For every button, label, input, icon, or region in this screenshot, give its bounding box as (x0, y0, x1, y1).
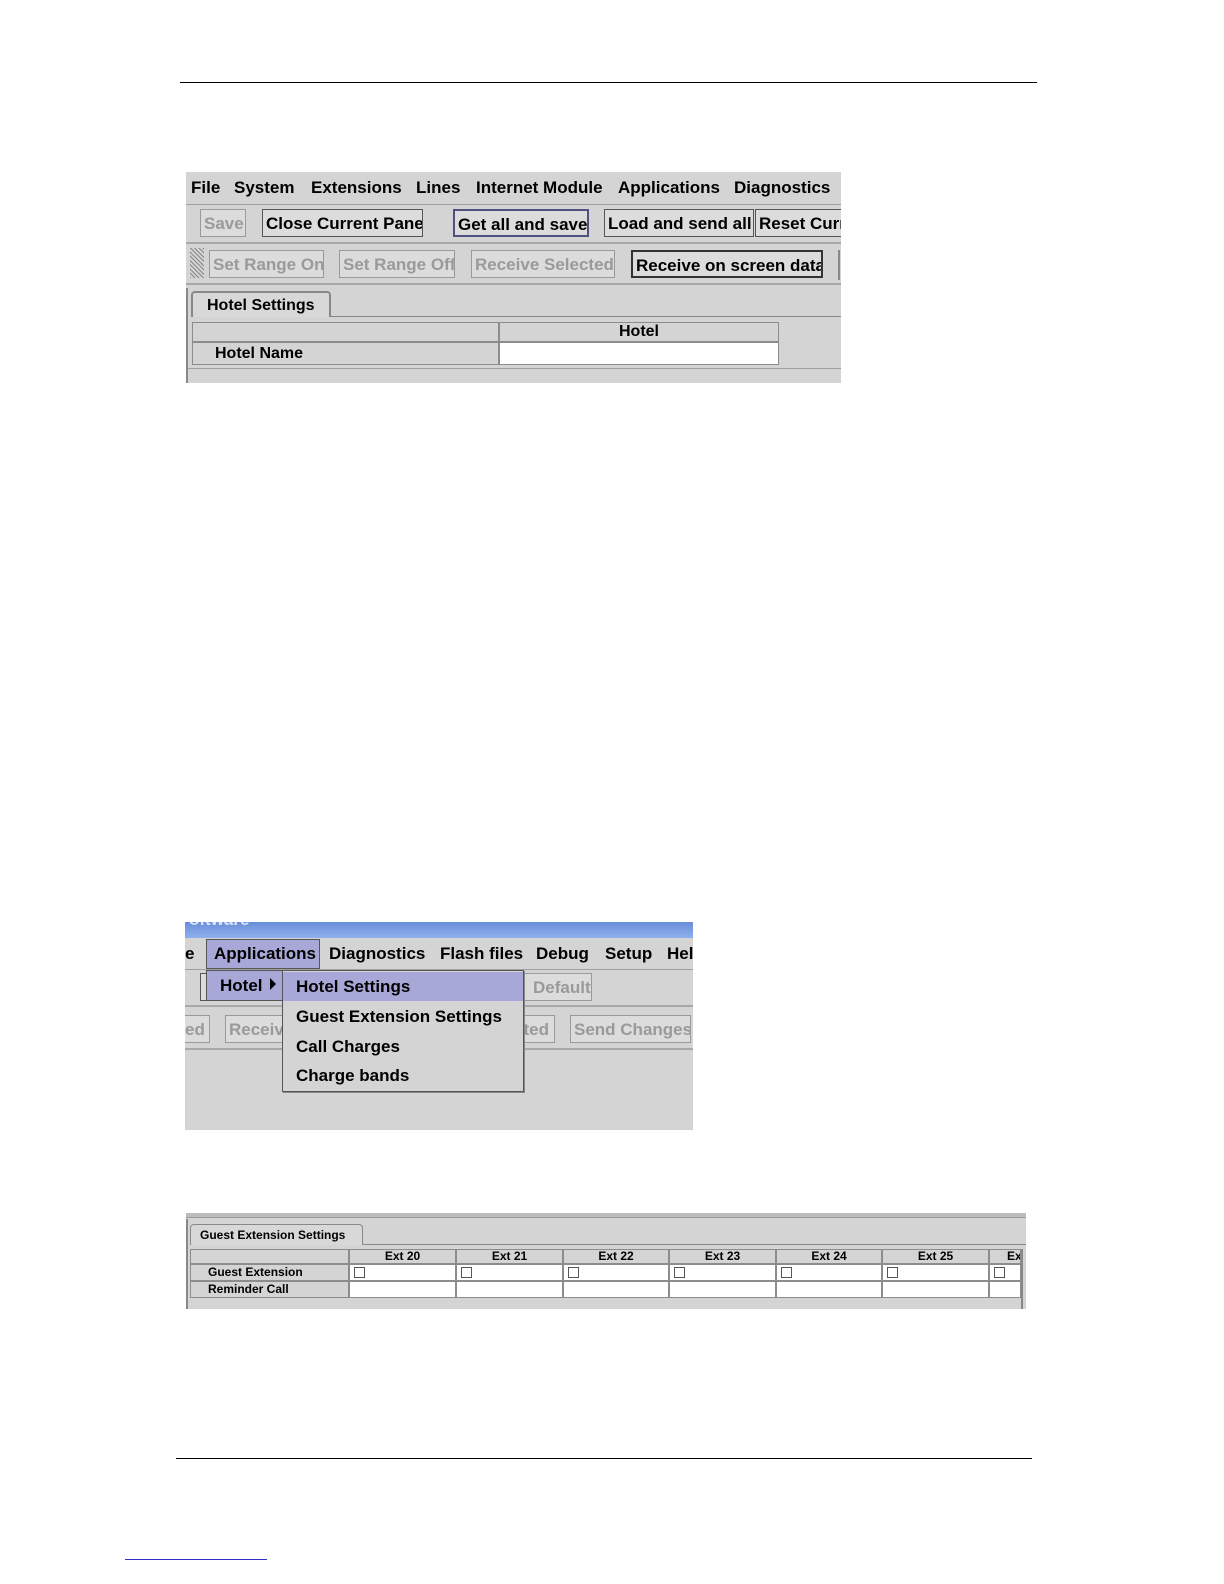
pane-left-edge (186, 1219, 188, 1309)
reminder-call-field[interactable] (456, 1281, 563, 1298)
menu-hotel-item[interactable]: Hotel (206, 970, 285, 1001)
guest-extension-checkbox[interactable] (461, 1267, 472, 1278)
guest-extension-cell-25 (882, 1264, 989, 1281)
table-right-edge (1021, 1249, 1023, 1309)
row-header-reminder-call: Reminder Call (190, 1281, 349, 1298)
guest-extension-checkbox[interactable] (781, 1267, 792, 1278)
reminder-call-field[interactable] (989, 1281, 1021, 1298)
header-rule (180, 82, 1037, 83)
guest-extension-cell-24 (776, 1264, 882, 1281)
hotel-submenu: Hotel Settings Guest Extension Settings … (282, 970, 524, 1092)
menu-debug[interactable]: Debug (536, 938, 589, 970)
receive-selected-button[interactable]: Receive Selected (471, 250, 615, 278)
reminder-call-field[interactable] (776, 1281, 882, 1298)
footer-link-underline (125, 1559, 267, 1560)
screenshot-hotel-settings: File System Extensions Lines Internet Mo… (186, 172, 841, 383)
reset-current-button[interactable]: Reset Curr (755, 209, 841, 237)
load-and-send-all-button[interactable]: Load and send all! (604, 209, 754, 237)
screenshot-guest-extension-settings: Guest Extension Settings Ext 20 Ext 21 E… (186, 1213, 1026, 1309)
tab-content-line (331, 316, 841, 317)
reminder-call-field[interactable] (882, 1281, 989, 1298)
menu-diagnostics[interactable]: Diagnostics (329, 938, 425, 970)
submenu-arrow-icon (270, 978, 276, 990)
column-header-ext-22: Ext 22 (563, 1249, 669, 1264)
guest-extension-cell-23 (669, 1264, 776, 1281)
menu-help-fragment[interactable]: Hel (667, 938, 693, 970)
row-header-hotel-name: Hotel Name (192, 342, 499, 365)
row-header-guest-extension: Guest Extension (190, 1264, 349, 1281)
column-header-ext-25: Ext 25 (882, 1249, 989, 1264)
toolbar-remnant (186, 1213, 1026, 1218)
submenu-item-guest-extension-settings[interactable]: Guest Extension Settings (283, 1002, 523, 1031)
column-header-ext-26-fragment: Ex (989, 1249, 1021, 1264)
hotel-name-field[interactable] (499, 342, 779, 365)
column-header-ext-20: Ext 20 (349, 1249, 456, 1264)
set-to-default-button[interactable]: Default (515, 973, 592, 1001)
guest-extension-cell-21 (456, 1264, 563, 1281)
column-header-ext-21: Ext 21 (456, 1249, 563, 1264)
menu-internet-module[interactable]: Internet Module (476, 172, 603, 204)
submenu-item-label: Hotel Settings (296, 977, 411, 996)
guest-extension-checkbox[interactable] (674, 1267, 685, 1278)
receive-fragment-button[interactable]: Receiv (225, 1015, 290, 1043)
get-all-and-save-button[interactable]: Get all and save! (453, 209, 589, 237)
menu-setup[interactable]: Setup (605, 938, 652, 970)
menu-applications-label: Applications (214, 944, 317, 963)
submenu-item-label: Guest Extension Settings (296, 1007, 502, 1026)
menu-applications[interactable]: Applications (618, 172, 720, 204)
screenshot-applications-menu: oftware e Applications Diagnostics Flash… (185, 922, 693, 1130)
reminder-call-field[interactable] (349, 1281, 456, 1298)
title-bar: oftware (185, 922, 693, 938)
guest-extension-cell-20 (349, 1264, 456, 1281)
guest-extension-cell-26 (989, 1264, 1021, 1281)
submenu-item-charge-bands[interactable]: Charge bands (283, 1062, 523, 1091)
column-header-ext-24: Ext 24 (776, 1249, 882, 1264)
menu-extensions[interactable]: Extensions (311, 172, 402, 204)
menu-file-fragment[interactable]: e (185, 938, 194, 970)
guest-extension-checkbox[interactable] (887, 1267, 898, 1278)
menu-lines[interactable]: Lines (416, 172, 460, 204)
tab-guest-extension-settings[interactable]: Guest Extension Settings (190, 1224, 363, 1245)
menu-hotel-label: Hotel (220, 976, 263, 995)
set-to-default-label: Default (533, 978, 591, 997)
footer-rule (176, 1458, 1032, 1459)
set-range-off-button[interactable]: Set Range Off (339, 250, 455, 278)
submenu-item-label: Call Charges (296, 1037, 400, 1056)
menu-file[interactable]: File (191, 172, 220, 204)
menu-applications-open[interactable]: Applications (206, 939, 320, 969)
menu-flash-files[interactable]: Flash files (440, 938, 523, 970)
tab-hotel-settings[interactable]: Hotel Settings (191, 291, 331, 317)
menu-bar: File System Extensions Lines Internet Mo… (186, 172, 841, 204)
guest-extension-cell-22 (563, 1264, 669, 1281)
menu-system[interactable]: System (234, 172, 294, 204)
tab-content-line (363, 1244, 1026, 1245)
table-corner-header (192, 322, 499, 342)
toolbar2-divider (186, 283, 841, 285)
toolbar-divider (186, 242, 841, 244)
submenu-item-hotel-settings[interactable]: Hotel Settings (283, 972, 523, 1001)
table-bottom-line (188, 368, 841, 369)
guest-extension-checkbox[interactable] (568, 1267, 579, 1278)
close-current-pane-button[interactable]: Close Current Pane (262, 209, 423, 237)
receive-on-screen-data-button[interactable]: Receive on screen data (631, 250, 823, 278)
toolbar-end-separator (838, 250, 840, 280)
toolbar-grip-handle[interactable] (190, 248, 204, 278)
menu-diagnostics[interactable]: Diagnostics (734, 172, 830, 204)
column-header-hotel: Hotel (499, 322, 779, 342)
table-corner-header (190, 1249, 349, 1264)
set-range-on-button[interactable]: Set Range On (209, 250, 324, 278)
received-fragment-button[interactable]: ed (185, 1015, 210, 1043)
submenu-item-call-charges[interactable]: Call Charges (283, 1032, 523, 1061)
column-header-ext-23: Ext 23 (669, 1249, 776, 1264)
reminder-call-field[interactable] (669, 1281, 776, 1298)
submenu-item-label: Charge bands (296, 1066, 410, 1085)
window-title-fragment: oftware (189, 922, 249, 930)
send-changes-button[interactable]: Send Changes (570, 1015, 691, 1043)
column-header-fragment-label: Ex (1007, 1249, 1021, 1263)
guest-extension-checkbox[interactable] (354, 1267, 365, 1278)
save-button[interactable]: Save (200, 209, 246, 237)
menu-divider (186, 204, 841, 205)
guest-extension-checkbox[interactable] (994, 1267, 1005, 1278)
reminder-call-field[interactable] (563, 1281, 669, 1298)
